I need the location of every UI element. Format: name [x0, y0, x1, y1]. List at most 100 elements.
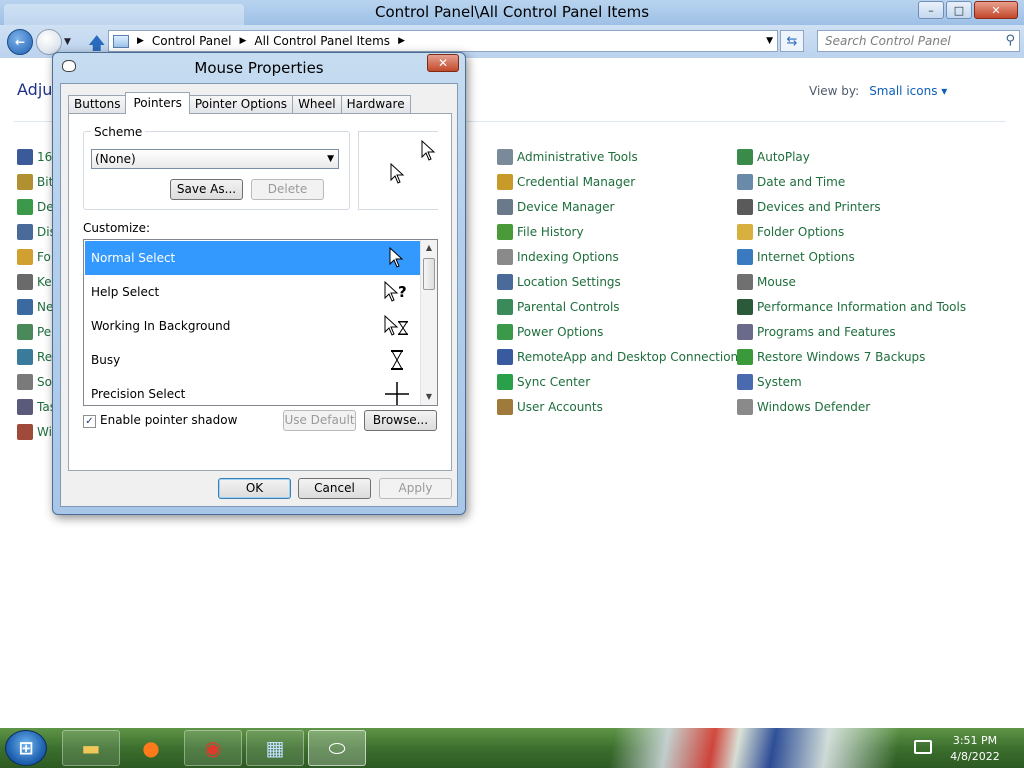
start-button[interactable]: ⊞	[5, 730, 47, 766]
refresh-button[interactable]: ⇆	[780, 30, 804, 52]
cancel-button[interactable]: Cancel	[298, 478, 371, 499]
breadcrumb-separator-icon[interactable]: ▶	[137, 36, 144, 46]
dialog-close-button[interactable]: ✕	[427, 54, 459, 72]
back-button[interactable]: ←	[7, 29, 33, 55]
cp-item-partial[interactable]: Fo	[17, 247, 51, 267]
cp-item[interactable]: Restore Windows 7 Backups	[737, 347, 925, 367]
maximize-button[interactable]: □	[946, 1, 972, 19]
breadcrumb-separator-icon[interactable]: ▶	[240, 36, 247, 46]
taskbar-mouse-properties[interactable]: ⬭	[308, 730, 366, 766]
taskbar-control-panel[interactable]: ▦	[246, 730, 304, 766]
save-as-button[interactable]: Save As...	[170, 179, 243, 200]
cp-item[interactable]: System	[737, 372, 802, 392]
cp-item-partial[interactable]: 16-	[17, 147, 57, 167]
cursor-row[interactable]: Normal Select	[85, 241, 420, 275]
cp-item[interactable]: Sync Center	[497, 372, 590, 392]
cp-item[interactable]: Performance Information and Tools	[737, 297, 966, 317]
cp-item[interactable]: Date and Time	[737, 172, 845, 192]
cp-item-partial[interactable]: Ke	[17, 272, 52, 292]
cp-item[interactable]: Internet Options	[737, 247, 855, 267]
cp-item-label: Indexing Options	[517, 250, 619, 264]
cp-item[interactable]: Device Manager	[497, 197, 614, 217]
pointer-shadow-checkbox[interactable]: ✓	[83, 415, 96, 428]
cp-item-partial[interactable]: Bit	[17, 172, 53, 192]
view-by-dropdown[interactable]: Small icons ▾	[869, 84, 947, 98]
cp-item[interactable]: Parental Controls	[497, 297, 620, 317]
cp-item[interactable]: Folder Options	[737, 222, 844, 242]
cp-item-partial[interactable]: De	[17, 197, 54, 217]
cp-item[interactable]: Indexing Options	[497, 247, 619, 267]
address-dropdown-icon[interactable]: ▼	[766, 36, 773, 46]
list-scrollbar[interactable]: ▲ ▼	[420, 240, 437, 405]
tab-pointers[interactable]: Pointers	[125, 92, 190, 114]
cp-item-partial[interactable]: Ne	[17, 297, 53, 317]
cursor-list[interactable]: Normal Select Help Select? Working In Back…	[83, 239, 438, 406]
search-input[interactable]: Search Control Panel ⚲	[817, 30, 1020, 52]
item-icon	[17, 149, 33, 165]
cp-item[interactable]: Location Settings	[497, 272, 621, 292]
pointer-shadow-label[interactable]: Enable pointer shadow	[100, 413, 237, 427]
breadcrumb-all-items[interactable]: All Control Panel Items	[254, 34, 390, 48]
cp-item[interactable]: Windows Defender	[737, 397, 870, 417]
tab-hardware[interactable]: Hardware	[340, 95, 411, 113]
cp-item-partial[interactable]: Pe	[17, 322, 51, 342]
tab-wheel[interactable]: Wheel	[292, 95, 342, 113]
scroll-thumb[interactable]	[423, 258, 435, 290]
taskbar-explorer[interactable]: ▬	[62, 730, 120, 766]
cp-item-label: AutoPlay	[757, 150, 810, 164]
cp-item[interactable]: Administrative Tools	[497, 147, 638, 167]
cp-item[interactable]: Power Options	[497, 322, 603, 342]
cp-item-partial[interactable]: Wi	[17, 422, 52, 442]
cp-item-label: Internet Options	[757, 250, 855, 264]
cp-item-partial[interactable]: Dis	[17, 222, 56, 242]
view-by-label: View by:	[809, 84, 860, 98]
apply-button[interactable]: Apply	[379, 478, 452, 499]
cp-item[interactable]: Mouse	[737, 272, 796, 292]
cp-item-label: System	[757, 375, 802, 389]
cp-item-label: Programs and Features	[757, 325, 896, 339]
breadcrumb-control-panel[interactable]: Control Panel	[152, 34, 232, 48]
tab-pointer-options[interactable]: Pointer Options	[188, 95, 294, 113]
network-icon[interactable]	[914, 740, 932, 754]
delete-button[interactable]: Delete	[251, 179, 324, 200]
browse-button[interactable]: Browse...	[364, 410, 437, 431]
cp-item-label: Ne	[37, 300, 54, 314]
cursor-row[interactable]: Precision Select	[85, 377, 420, 405]
clock-date: 4/8/2022	[950, 750, 1000, 763]
close-button[interactable]: ✕	[974, 1, 1018, 19]
item-icon	[17, 299, 33, 315]
cursor-row[interactable]: Working In Background	[85, 309, 420, 343]
cp-item[interactable]: Programs and Features	[737, 322, 896, 342]
cp-item-label: Restore Windows 7 Backups	[757, 350, 926, 364]
minimize-button[interactable]: –	[918, 1, 944, 19]
cp-item[interactable]: Devices and Printers	[737, 197, 881, 217]
scroll-up-icon[interactable]: ▲	[421, 240, 437, 256]
tab-buttons[interactable]: Buttons	[68, 95, 127, 113]
control-panel-icon	[113, 34, 129, 48]
cursor-row[interactable]: Help Select?	[85, 275, 420, 309]
search-icon[interactable]: ⚲	[1005, 33, 1015, 48]
cp-item-partial[interactable]: So	[17, 372, 52, 392]
dialog-body: Buttons Pointers Pointer Options Wheel H…	[60, 83, 458, 507]
clock[interactable]: 3:51 PM 4/8/2022	[942, 733, 1008, 765]
ok-button[interactable]: OK	[218, 478, 291, 499]
recent-pages-dropdown-icon[interactable]: ▼	[64, 37, 71, 47]
cp-item-partial[interactable]: Re	[17, 347, 52, 367]
cp-item[interactable]: File History	[497, 222, 584, 242]
back-arrow-icon: ←	[14, 35, 26, 49]
cursor-row[interactable]: Busy	[85, 343, 420, 377]
cp-item-partial[interactable]: Tas	[17, 397, 56, 417]
cp-item[interactable]: Credential Manager	[497, 172, 635, 192]
taskbar-firefox[interactable]: ●	[122, 730, 180, 766]
breadcrumb-separator-icon[interactable]: ▶	[398, 36, 405, 46]
scheme-select[interactable]: (None) ▼	[91, 149, 339, 169]
window-titlebar: Control Panel\All Control Panel Items – …	[0, 0, 1024, 26]
address-bar[interactable]: ▶ Control Panel ▶ All Control Panel Item…	[108, 30, 778, 52]
cp-item[interactable]: AutoPlay	[737, 147, 810, 167]
item-icon	[497, 224, 513, 240]
cp-item[interactable]: RemoteApp and Desktop Connections	[497, 347, 744, 367]
use-default-button[interactable]: Use Default	[283, 410, 356, 431]
scroll-down-icon[interactable]: ▼	[421, 389, 437, 405]
taskbar-chrome[interactable]: ◉	[184, 730, 242, 766]
cp-item[interactable]: User Accounts	[497, 397, 603, 417]
